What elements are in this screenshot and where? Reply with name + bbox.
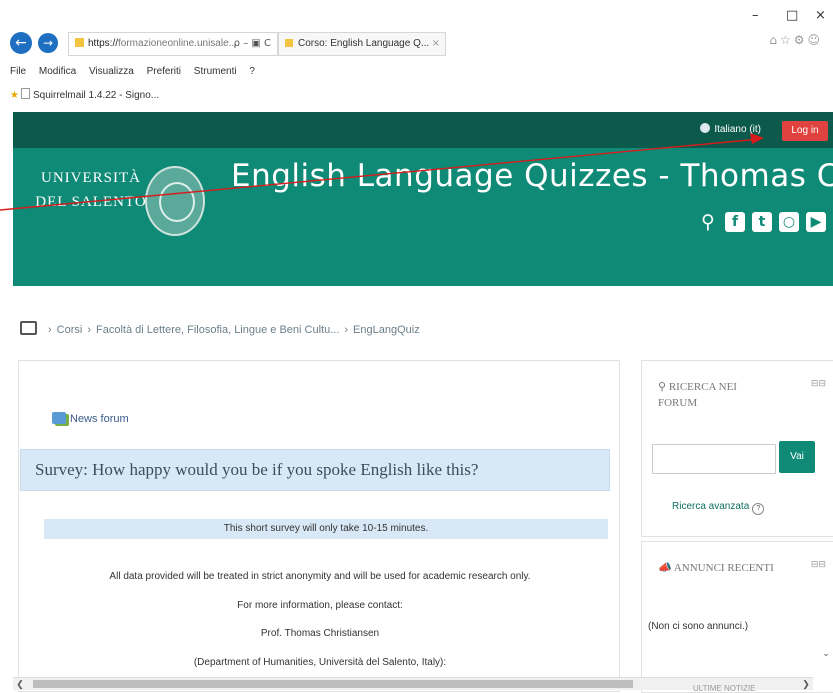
survey-text-line: Prof. Thomas Christiansen — [260, 628, 380, 639]
survey-text-line: All data provided will be treated in str… — [109, 571, 531, 582]
menu-strumenti[interactable]: Strumenti — [194, 66, 237, 77]
megaphone-icon: 📣 — [658, 562, 674, 574]
browser-tools-icons[interactable]: ⌂☆⚙☺ — [769, 33, 823, 47]
favorite-squirrelmail[interactable]: Squirrelmail 1.4.22 - Signo... — [33, 90, 159, 101]
maximize-icon[interactable]: □ — [786, 8, 798, 23]
youtube-icon[interactable]: ▶ — [806, 212, 826, 232]
partial-block-title: ULTIME NOTIZIE — [693, 684, 756, 693]
social-links: ⚲ f t ○ ▶ — [698, 212, 833, 232]
recent-news-title-text: ANNUNCI RECENTI — [673, 562, 774, 574]
search-small-icon: ⚲ — [658, 381, 669, 393]
close-icon[interactable]: × — [815, 8, 826, 23]
tab-close-icon[interactable]: × — [432, 33, 440, 55]
address-host: formazioneonline.unisale... — [118, 38, 237, 49]
block-controls-icon[interactable]: ⊟⊟ — [811, 560, 826, 570]
advanced-search-label: Ricerca avanzata — [672, 501, 750, 512]
site-icon — [75, 38, 84, 47]
forum-search-title: ⚲ RICERCA NEI FORUM — [658, 379, 778, 411]
university-logo-text: UNIVERSITÀ DEL SALENTO — [31, 166, 151, 214]
survey-duration-note: This short survey will only take 10-15 m… — [44, 519, 608, 539]
tab-favicon — [285, 39, 293, 47]
no-news-text: (Non ci sono annunci.) — [648, 621, 749, 632]
breadcrumb: › Corsi › Facoltà di Lettere, Filosofia, Li… — [20, 321, 420, 336]
tab-label: Corso: English Language Q... — [298, 38, 430, 49]
language-label: Italiano (it) — [714, 124, 761, 135]
globe-icon — [700, 123, 711, 133]
course-title: English Language Quizzes - Thomas Chr — [231, 158, 833, 194]
scroll-left-icon[interactable]: ❮ — [13, 678, 27, 690]
page-icon — [20, 88, 30, 99]
forum-search-block: ⚲ RICERCA NEI FORUM ⊟⊟ Vai Ricerca avanz… — [641, 360, 833, 537]
menu-modifica[interactable]: Modifica — [39, 66, 76, 77]
menu-file[interactable]: File — [10, 66, 26, 77]
survey-text-line: (Department of Humanities, Università de… — [193, 657, 447, 668]
site-navbar: Italiano (it) Log in — [13, 112, 833, 148]
twitter-icon[interactable]: t — [752, 212, 772, 232]
breadcrumb-course[interactable]: EngLangQuiz — [353, 324, 420, 336]
browser-chrome: ← → https://formazioneonline.unisale... … — [0, 0, 833, 112]
search-icon[interactable]: ⚲ — [698, 212, 718, 232]
address-controls[interactable]: ρ – ▣ C — [234, 33, 271, 55]
survey-section: Survey: How happy would you be if you sp… — [20, 449, 610, 491]
forum-search-input[interactable] — [652, 444, 776, 474]
scrollbar-thumb[interactable] — [33, 680, 633, 688]
facebook-icon[interactable]: f — [725, 212, 745, 232]
address-prefix: https:// — [88, 38, 119, 49]
block-controls-icon[interactable]: ⊟⊟ — [811, 379, 826, 389]
instagram-icon[interactable]: ○ — [779, 212, 799, 232]
address-bar[interactable]: https://formazioneonline.unisale... ρ – … — [68, 32, 278, 56]
forward-arrow-icon[interactable]: → — [38, 33, 58, 53]
login-button[interactable]: Log in — [782, 121, 828, 141]
favorites-bar: ★ Squirrelmail 1.4.22 - Signo... — [10, 88, 159, 101]
minimize-icon[interactable]: – — [752, 8, 759, 23]
forum-icon — [52, 412, 66, 424]
help-icon[interactable]: ? — [752, 503, 765, 515]
university-line1: UNIVERSITÀ — [41, 170, 141, 186]
browser-tab[interactable]: Corso: English Language Q... × — [278, 32, 446, 56]
survey-text-line: For more information, please contact: — [237, 600, 403, 611]
breadcrumb-separator: › — [344, 324, 349, 336]
menu-help[interactable]: ? — [249, 66, 255, 77]
news-forum-label: News forum — [70, 413, 129, 425]
forum-search-button[interactable]: Vai — [779, 441, 815, 473]
scroll-right-icon[interactable]: ❯ — [799, 678, 813, 690]
folder-home-icon[interactable] — [20, 321, 37, 335]
university-line2: DEL SALENTO — [35, 194, 147, 210]
forum-search-title-text: RICERCA NEI FORUM — [658, 381, 737, 409]
language-menu[interactable]: Italiano (it) — [700, 112, 761, 148]
menu-visualizza[interactable]: Visualizza — [89, 66, 134, 77]
favorites-star-icon: ★ — [10, 90, 19, 101]
menu-preferiti[interactable]: Preferiti — [147, 66, 181, 77]
menu-bar: File Modifica Visualizza Preferiti Strum… — [10, 66, 265, 77]
course-header: UNIVERSITÀ DEL SALENTO English Language … — [13, 148, 833, 286]
university-seal-icon — [145, 166, 205, 236]
breadcrumb-separator: › — [48, 324, 52, 336]
breadcrumb-separator: › — [87, 324, 92, 336]
breadcrumb-corsi[interactable]: Corsi — [57, 324, 83, 336]
survey-title: Survey: How happy would you be if you sp… — [35, 460, 479, 479]
news-forum-link[interactable]: News forum — [52, 412, 129, 425]
recent-news-title: 📣 ANNUNCI RECENTI — [658, 560, 778, 576]
recent-news-block: 📣 ANNUNCI RECENTI ⊟⊟ (Non ci sono annunc… — [641, 541, 833, 693]
scroll-down-icon[interactable]: ⌄ — [819, 648, 833, 662]
breadcrumb-faculty[interactable]: Facoltà di Lettere, Filosofia, Lingue e … — [96, 324, 339, 336]
back-arrow-icon[interactable]: ← — [10, 32, 32, 54]
advanced-search-link[interactable]: Ricerca avanzata? — [672, 501, 765, 515]
